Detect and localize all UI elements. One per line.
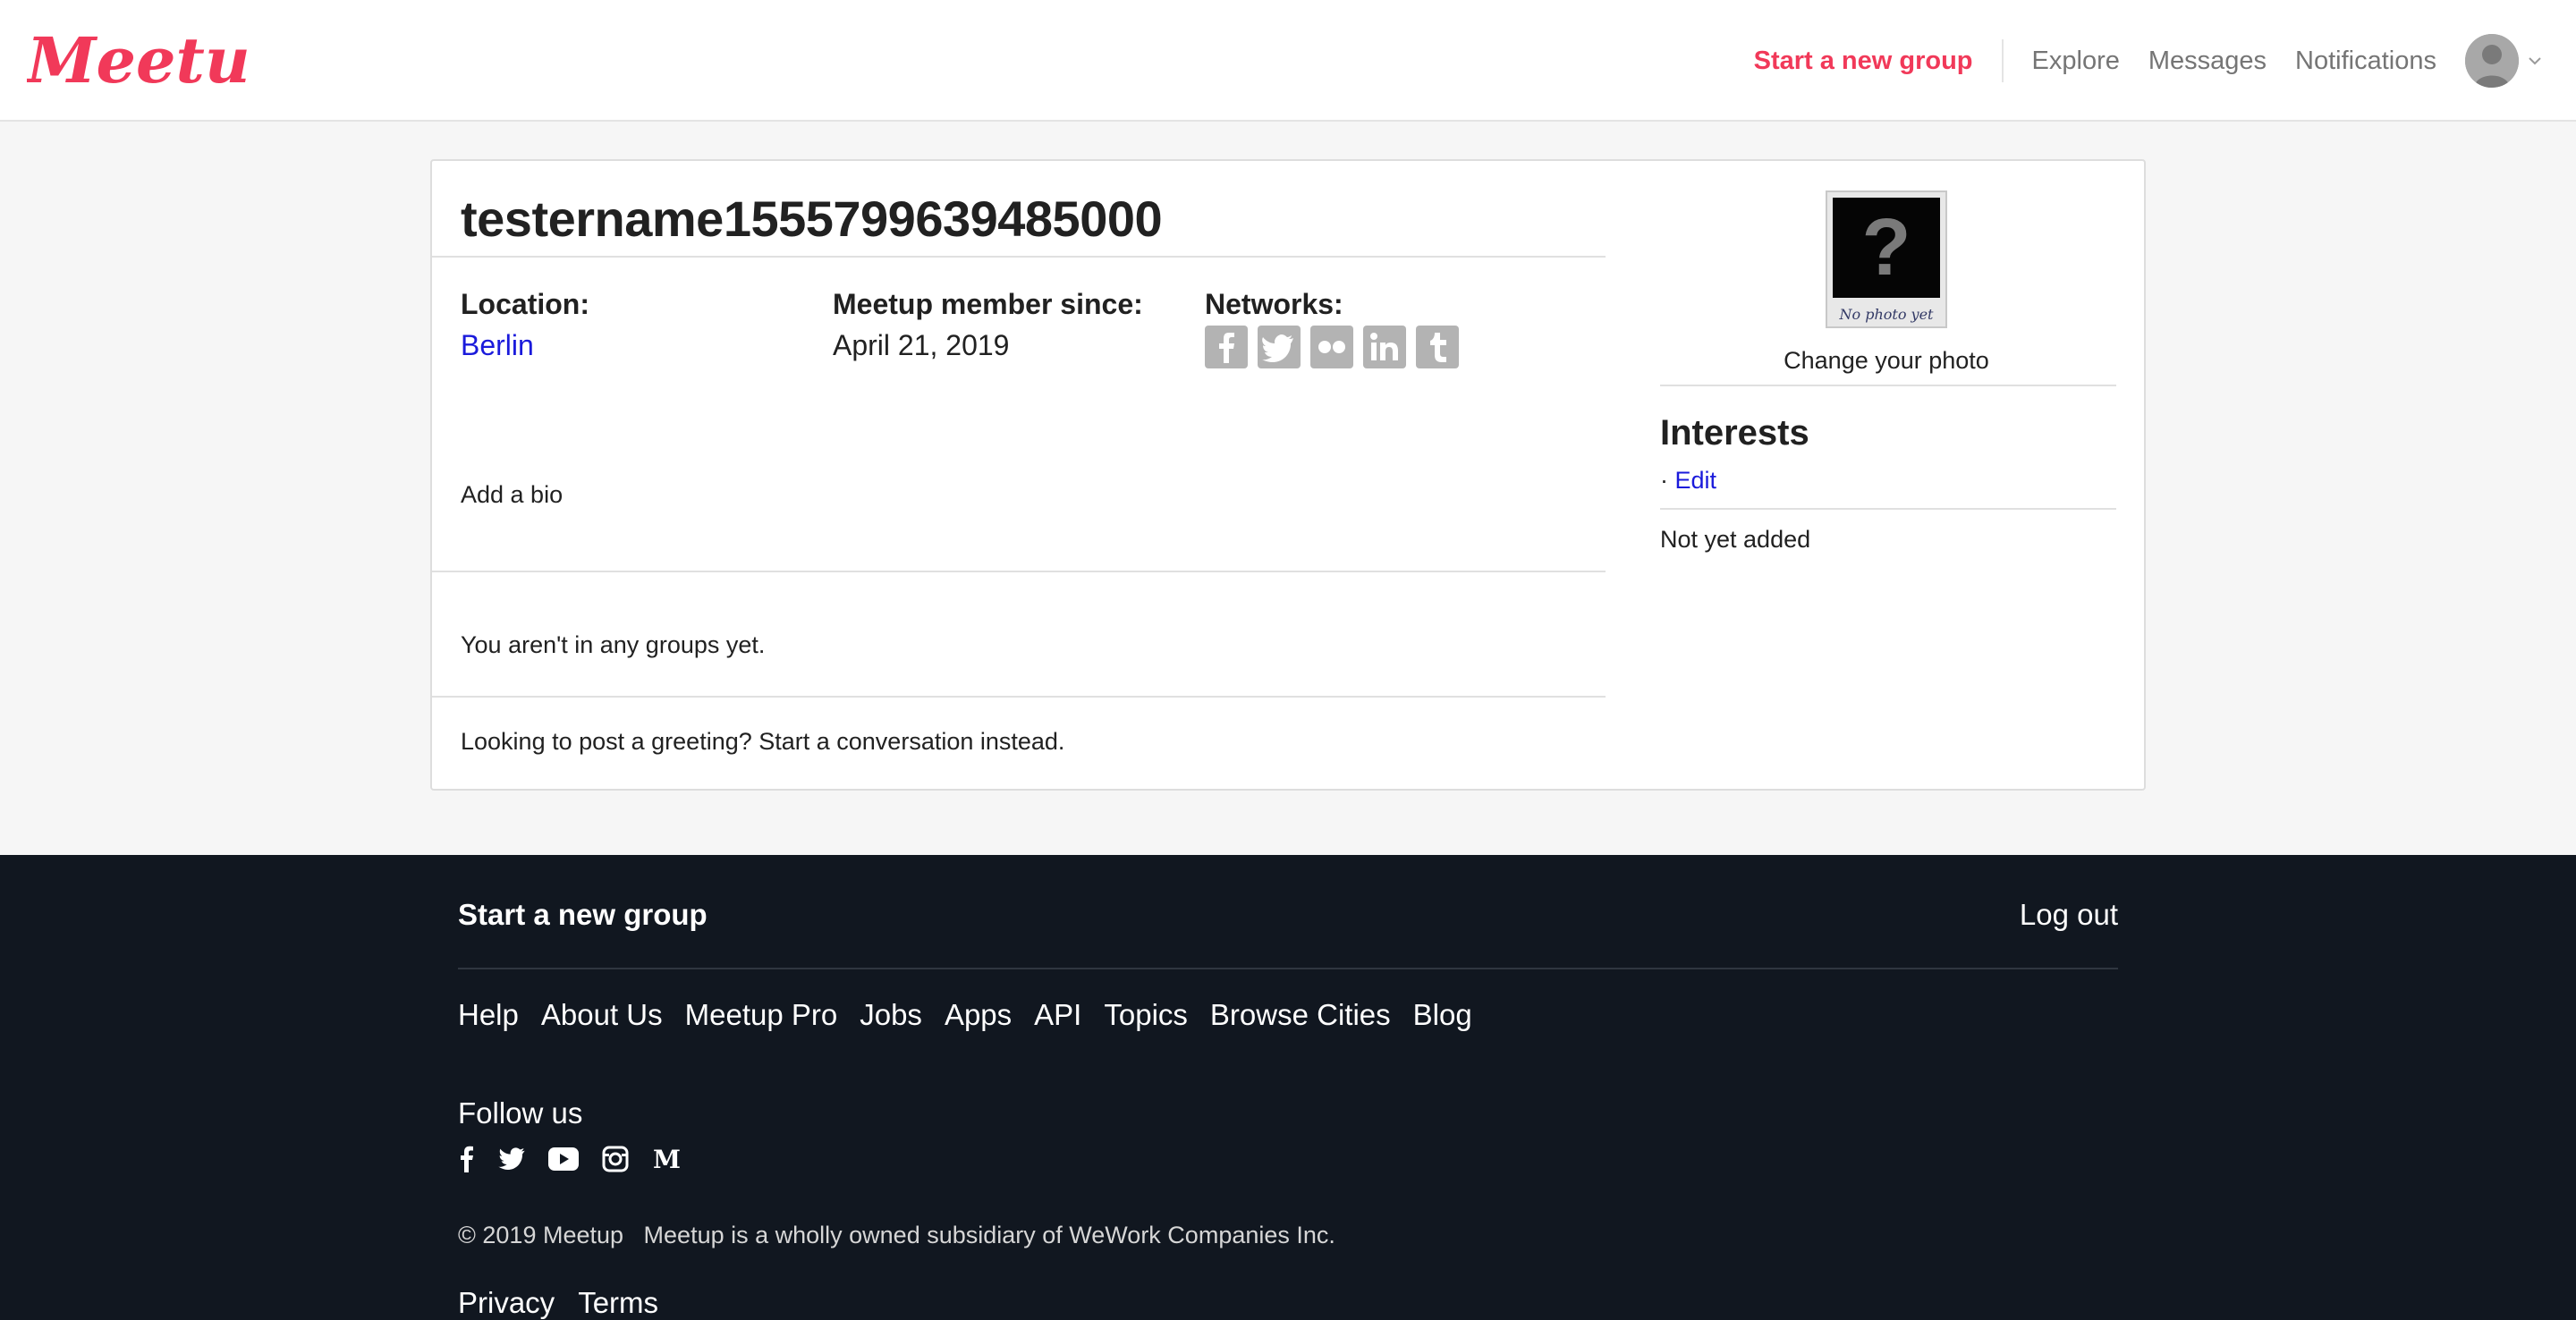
medium-icon[interactable]: M [651,1143,683,1175]
footer-link-api[interactable]: API [1034,998,1081,1032]
divider [432,256,1606,258]
location-label: Location: [461,288,589,320]
start-new-group-link[interactable]: Start a new group [1754,47,1973,76]
footer-link-help[interactable]: Help [458,998,519,1032]
footer-social-icons: M [458,1143,703,1175]
profile-card: testername1555799639485000 Location: Ber… [430,159,2146,791]
top-nav: Start a new group Explore Messages Notif… [1754,0,2576,122]
footer-link-jobs[interactable]: Jobs [860,998,922,1032]
change-photo-link[interactable]: Change your photo [1781,347,1992,375]
divider [432,696,1606,698]
linkedin-icon[interactable] [1363,326,1406,368]
question-mark-icon: ? [1833,198,1940,298]
divider [1660,385,2116,386]
top-header: Meetup Start a new group Explore Message… [0,0,2576,122]
footer-link-blog[interactable]: Blog [1413,998,1472,1032]
terms-link[interactable]: Terms [578,1286,658,1320]
copyright-text: © 2019 Meetup [458,1222,624,1248]
nav-explore[interactable]: Explore [2032,47,2120,76]
chevron-down-icon[interactable] [2526,52,2544,70]
networks-label: Networks: [1205,288,1343,320]
svg-text:M: M [653,1147,681,1171]
member-since-value: April 21, 2019 [833,329,1010,361]
footer-divider [458,968,2118,969]
photo-caption: No photo yet [1839,306,1934,323]
legal-links: Privacy Terms [458,1286,682,1320]
profile-photo[interactable]: ? No photo yet [1826,190,1947,328]
facebook-icon[interactable] [1205,326,1248,368]
privacy-link[interactable]: Privacy [458,1286,555,1320]
interests-title: Interests [1660,413,1809,453]
account-menu[interactable] [2465,34,2544,88]
nav-notifications[interactable]: Notifications [2295,47,2436,76]
location-link[interactable]: Berlin [461,329,534,362]
footer-link-about[interactable]: About Us [541,998,663,1032]
user-silhouette-icon [2465,34,2519,88]
footer-start-group-link[interactable]: Start a new group [458,898,708,932]
add-bio-link[interactable]: Add a bio [461,481,563,509]
groups-empty-text: You aren't in any groups yet. [461,631,766,658]
footer-link-apps[interactable]: Apps [945,998,1012,1032]
copyright-line: © 2019 Meetup Meetup is a wholly owned s… [458,1222,1335,1249]
greeting-hint: Looking to post a greeting? Start a conv… [461,728,1065,755]
instagram-icon[interactable] [599,1143,631,1175]
divider [432,571,1606,572]
flickr-icon[interactable] [1310,326,1353,368]
youtube-icon[interactable] [547,1143,580,1175]
twitter-icon[interactable] [1258,326,1301,368]
nav-divider [2001,39,2004,82]
divider [1660,508,2116,510]
twitter-icon[interactable] [496,1143,528,1175]
footer-link-topics[interactable]: Topics [1104,998,1188,1032]
footer-links: Help About Us Meetup Pro Jobs Apps API T… [458,998,1495,1032]
edit-interests-link[interactable]: Edit [1675,467,1717,494]
logo-text: Meetup [27,23,250,97]
networks-icons [1205,326,1469,368]
follow-us-label: Follow us [458,1096,583,1130]
subsidiary-text: Meetup is a wholly owned subsidiary of W… [643,1222,1335,1248]
facebook-icon[interactable] [458,1143,476,1175]
footer-link-cities[interactable]: Browse Cities [1210,998,1391,1032]
meetup-logo[interactable]: Meetup [25,23,294,109]
footer: Start a new group Log out Help About Us … [0,855,2576,1320]
member-name: testername1555799639485000 [461,190,1163,247]
member-since-label: Meetup member since: [833,288,1143,320]
avatar[interactable] [2465,34,2519,88]
footer-link-pro[interactable]: Meetup Pro [685,998,838,1032]
tumblr-icon[interactable] [1416,326,1459,368]
interests-edit: · Edit [1660,467,1716,495]
edit-bullet: · [1660,467,1668,494]
nav-messages[interactable]: Messages [2148,47,2267,76]
logout-link[interactable]: Log out [2020,898,2118,932]
interests-empty: Not yet added [1660,526,1811,553]
